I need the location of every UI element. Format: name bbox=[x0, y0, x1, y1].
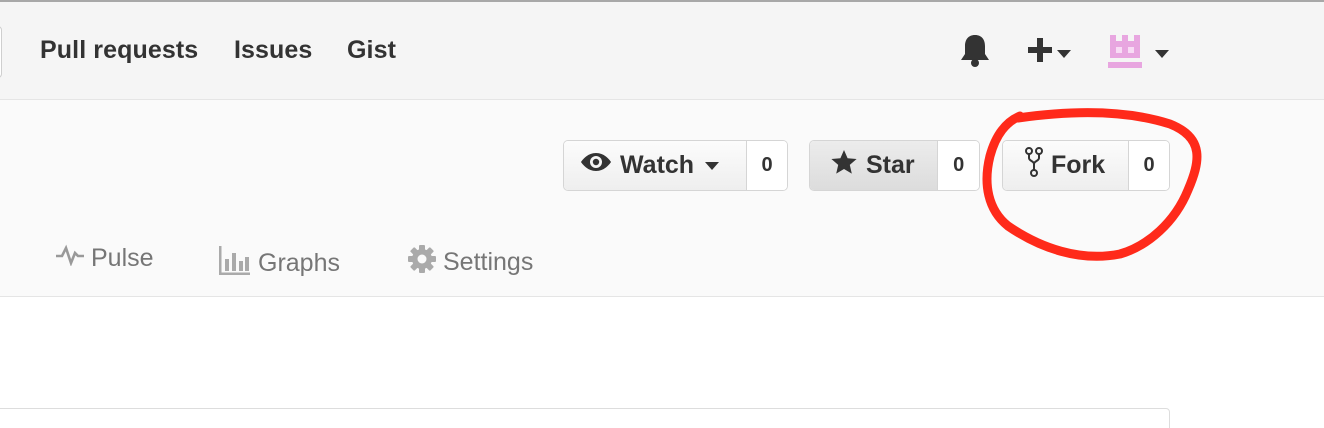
bell-icon[interactable] bbox=[959, 32, 991, 73]
star-icon bbox=[830, 149, 866, 182]
star-label: Star bbox=[866, 151, 915, 179]
eye-icon bbox=[580, 151, 620, 180]
repo-forked-icon bbox=[1025, 147, 1051, 184]
site-header: Pull requests Issues Gist bbox=[0, 0, 1324, 100]
star-button[interactable]: Star bbox=[810, 141, 939, 190]
pulse-icon bbox=[55, 244, 91, 273]
watch-count[interactable]: 0 bbox=[747, 141, 787, 190]
chevron-down-icon[interactable] bbox=[1056, 46, 1072, 64]
gear-icon bbox=[407, 244, 443, 281]
content-box bbox=[0, 408, 1170, 428]
repo-header bbox=[0, 100, 1324, 297]
nav-issues[interactable]: Issues bbox=[234, 36, 312, 65]
chevron-down-icon bbox=[704, 161, 728, 171]
fork-label: Fork bbox=[1051, 151, 1106, 179]
star-count[interactable]: 0 bbox=[938, 141, 979, 190]
fork-count[interactable]: 0 bbox=[1129, 141, 1169, 190]
graph-icon bbox=[218, 244, 258, 283]
fork-button-group: Fork 0 bbox=[1002, 140, 1170, 191]
nav-pull-requests[interactable]: Pull requests bbox=[40, 36, 198, 65]
tab-pulse[interactable]: Pulse bbox=[55, 244, 154, 273]
tab-graphs[interactable]: Graphs bbox=[218, 244, 340, 283]
tab-settings-label: Settings bbox=[443, 248, 534, 276]
nav-gist[interactable]: Gist bbox=[347, 36, 396, 65]
watch-label: Watch bbox=[620, 151, 695, 179]
avatar[interactable] bbox=[1106, 32, 1144, 73]
watch-button-group: Watch 0 bbox=[563, 140, 788, 191]
star-button-group: Star 0 bbox=[809, 140, 980, 191]
plus-icon[interactable] bbox=[1026, 36, 1054, 69]
search-input[interactable] bbox=[0, 26, 2, 78]
tab-settings[interactable]: Settings bbox=[407, 244, 533, 281]
tab-graphs-label: Graphs bbox=[258, 249, 340, 277]
fork-button[interactable]: Fork bbox=[1003, 141, 1129, 190]
chevron-down-icon[interactable] bbox=[1154, 46, 1170, 64]
tab-pulse-label: Pulse bbox=[91, 244, 154, 272]
watch-button[interactable]: Watch bbox=[564, 141, 748, 190]
